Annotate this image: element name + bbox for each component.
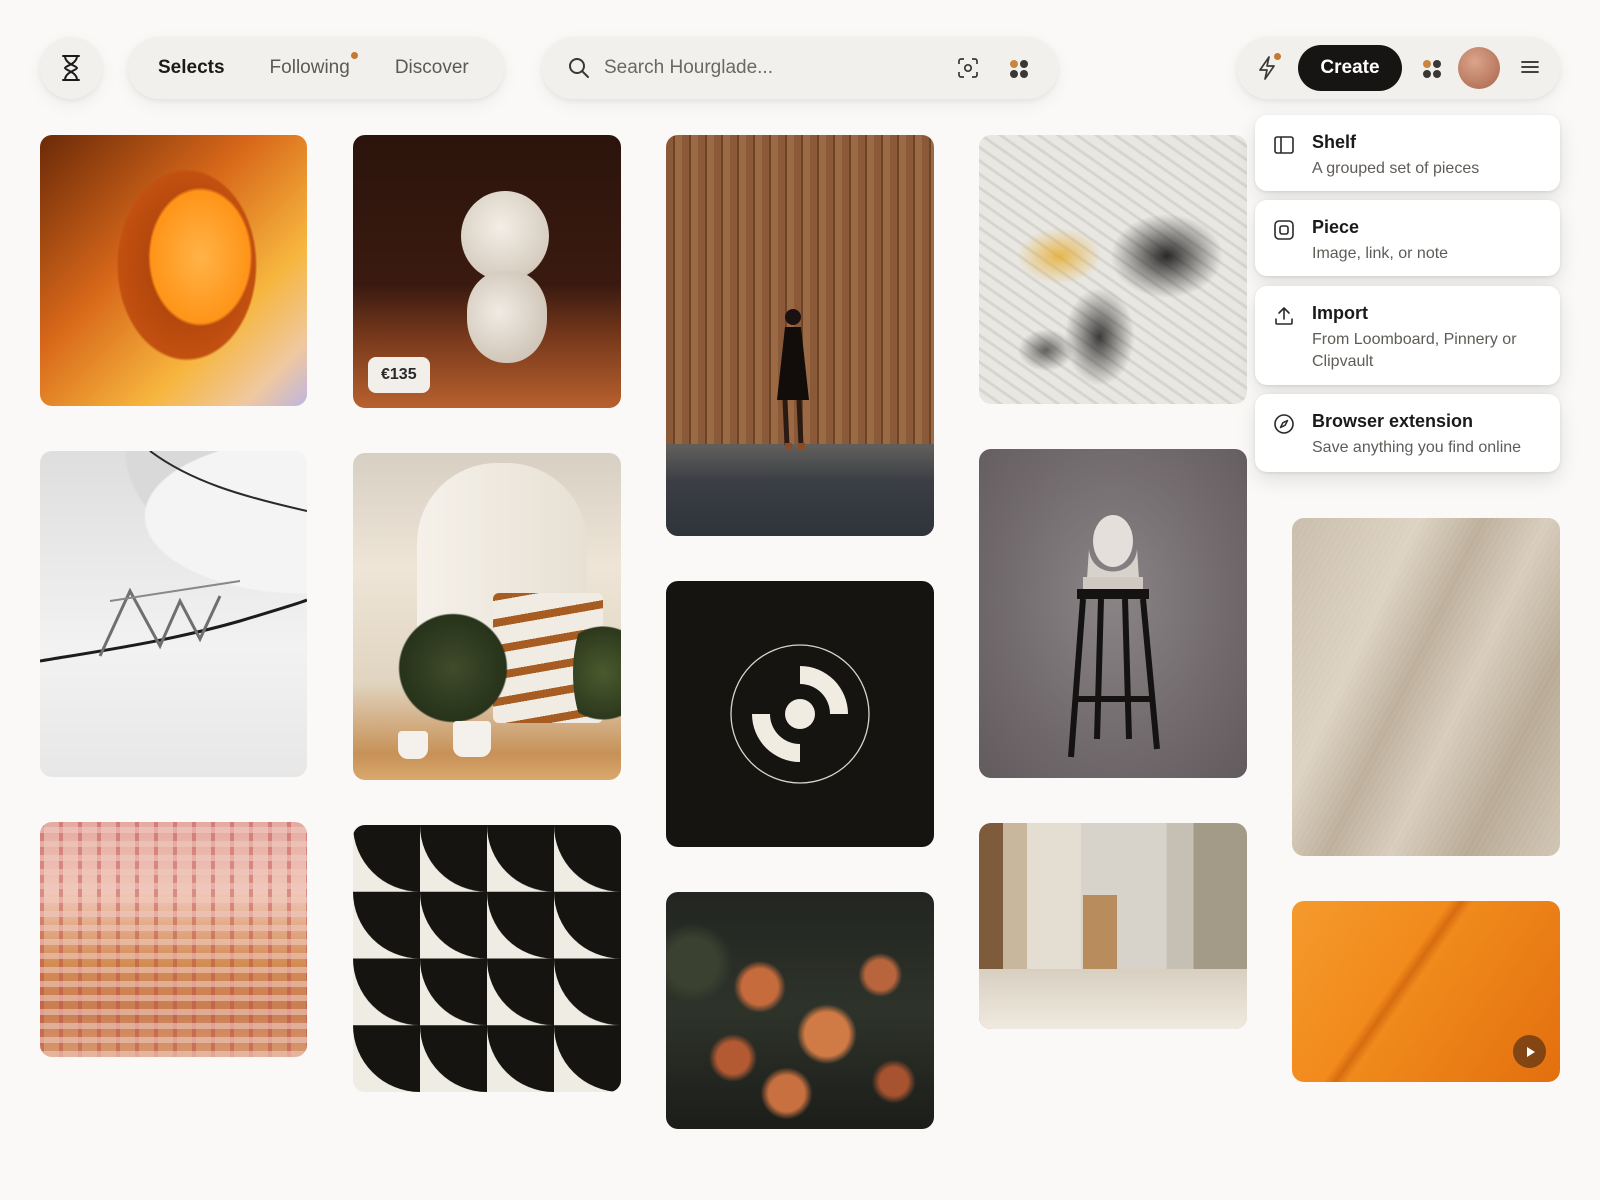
piece-orange-curve[interactable] <box>40 135 307 406</box>
search-input[interactable] <box>604 53 934 83</box>
tab-following[interactable]: Following <box>269 52 358 79</box>
activity-button[interactable] <box>1258 53 1281 85</box>
shelf-icon <box>1274 136 1294 154</box>
notification-dot <box>350 52 358 59</box>
menu-item-description: Save anything you find online <box>1312 439 1522 456</box>
apps-icon[interactable] <box>1421 58 1443 80</box>
piece-linen-fabric[interactable] <box>1292 518 1560 856</box>
bust-on-stool <box>1068 515 1160 758</box>
piece-geometric-pattern[interactable] <box>353 825 621 1092</box>
piece-spiral-stair[interactable] <box>353 453 621 780</box>
brand-mark-icon <box>730 644 870 784</box>
price-badge: €135 <box>368 357 430 393</box>
search-icon <box>569 58 589 78</box>
tab-selects[interactable]: Selects <box>158 57 225 79</box>
piece-bust-on-stool[interactable] <box>979 449 1247 778</box>
menu-item-description: A grouped set of pieces <box>1312 160 1480 177</box>
apps-icon[interactable] <box>1008 58 1030 80</box>
compass-icon <box>1274 414 1294 434</box>
notification-dot <box>1274 53 1281 60</box>
hourglass-icon <box>62 55 80 81</box>
play-button[interactable] <box>1513 1035 1546 1068</box>
create-button[interactable]: Create <box>1298 45 1402 91</box>
door <box>1083 895 1117 979</box>
piece-brand-mark[interactable] <box>666 581 934 847</box>
menu-item-title: Browser extension <box>1312 411 1474 431</box>
menu-item-title: Shelf <box>1312 132 1357 152</box>
piece-abstract-ink[interactable] <box>979 135 1247 404</box>
search-bar <box>542 37 1058 99</box>
floor <box>979 969 1247 1029</box>
road <box>666 444 934 536</box>
geometric-pattern <box>353 825 621 1092</box>
plant <box>393 603 513 733</box>
staircase-lines <box>40 451 307 663</box>
menu-item-title: Import <box>1312 303 1368 323</box>
piece-pink-painting[interactable] <box>40 822 307 1057</box>
create-menu-import[interactable]: Import From Loomboard, Pinnery or Clipva… <box>1255 286 1560 385</box>
menu-item-description: From Loomboard, Pinnery or Clipvault <box>1312 331 1517 370</box>
piece-icon <box>1274 220 1294 240</box>
piece-street-figure[interactable] <box>666 135 934 536</box>
home-logo-button[interactable] <box>40 37 102 99</box>
header-actions: Create <box>1237 37 1560 99</box>
visual-search-icon[interactable] <box>957 57 979 79</box>
feed-tabs: Selects Following Discover <box>128 37 504 99</box>
menu-item-description: Image, link, or note <box>1312 245 1449 262</box>
bolt-icon <box>1259 56 1275 80</box>
piece-hallway[interactable] <box>979 823 1247 1029</box>
create-menu-shelf[interactable]: Shelf A grouped set of pieces <box>1255 115 1560 191</box>
upload-icon <box>1275 307 1293 325</box>
piece-white-vase[interactable]: €135 <box>353 135 621 408</box>
avatar[interactable] <box>1458 47 1500 89</box>
create-menu-piece[interactable]: Piece Image, link, or note <box>1255 200 1560 276</box>
vase-bottom <box>467 271 547 363</box>
piece-tulips[interactable] <box>666 892 934 1129</box>
play-icon <box>1526 1046 1535 1057</box>
menu-icon[interactable] <box>1521 59 1539 75</box>
vase-top <box>461 191 549 281</box>
person-figure <box>777 309 809 449</box>
tab-discover[interactable]: Discover <box>395 57 469 79</box>
pot <box>398 731 428 759</box>
menu-item-title: Piece <box>1312 217 1360 237</box>
piece-white-staircase[interactable] <box>40 451 307 777</box>
pot <box>453 721 491 757</box>
hourglade-home: Selects Following Discover Search Hourgl… <box>0 0 1600 1200</box>
create-menu-browser-extension[interactable]: Browser extension Save anything you find… <box>1255 394 1560 472</box>
piece-orange-video[interactable] <box>1292 901 1560 1082</box>
tab-following-label: Following <box>269 57 350 78</box>
